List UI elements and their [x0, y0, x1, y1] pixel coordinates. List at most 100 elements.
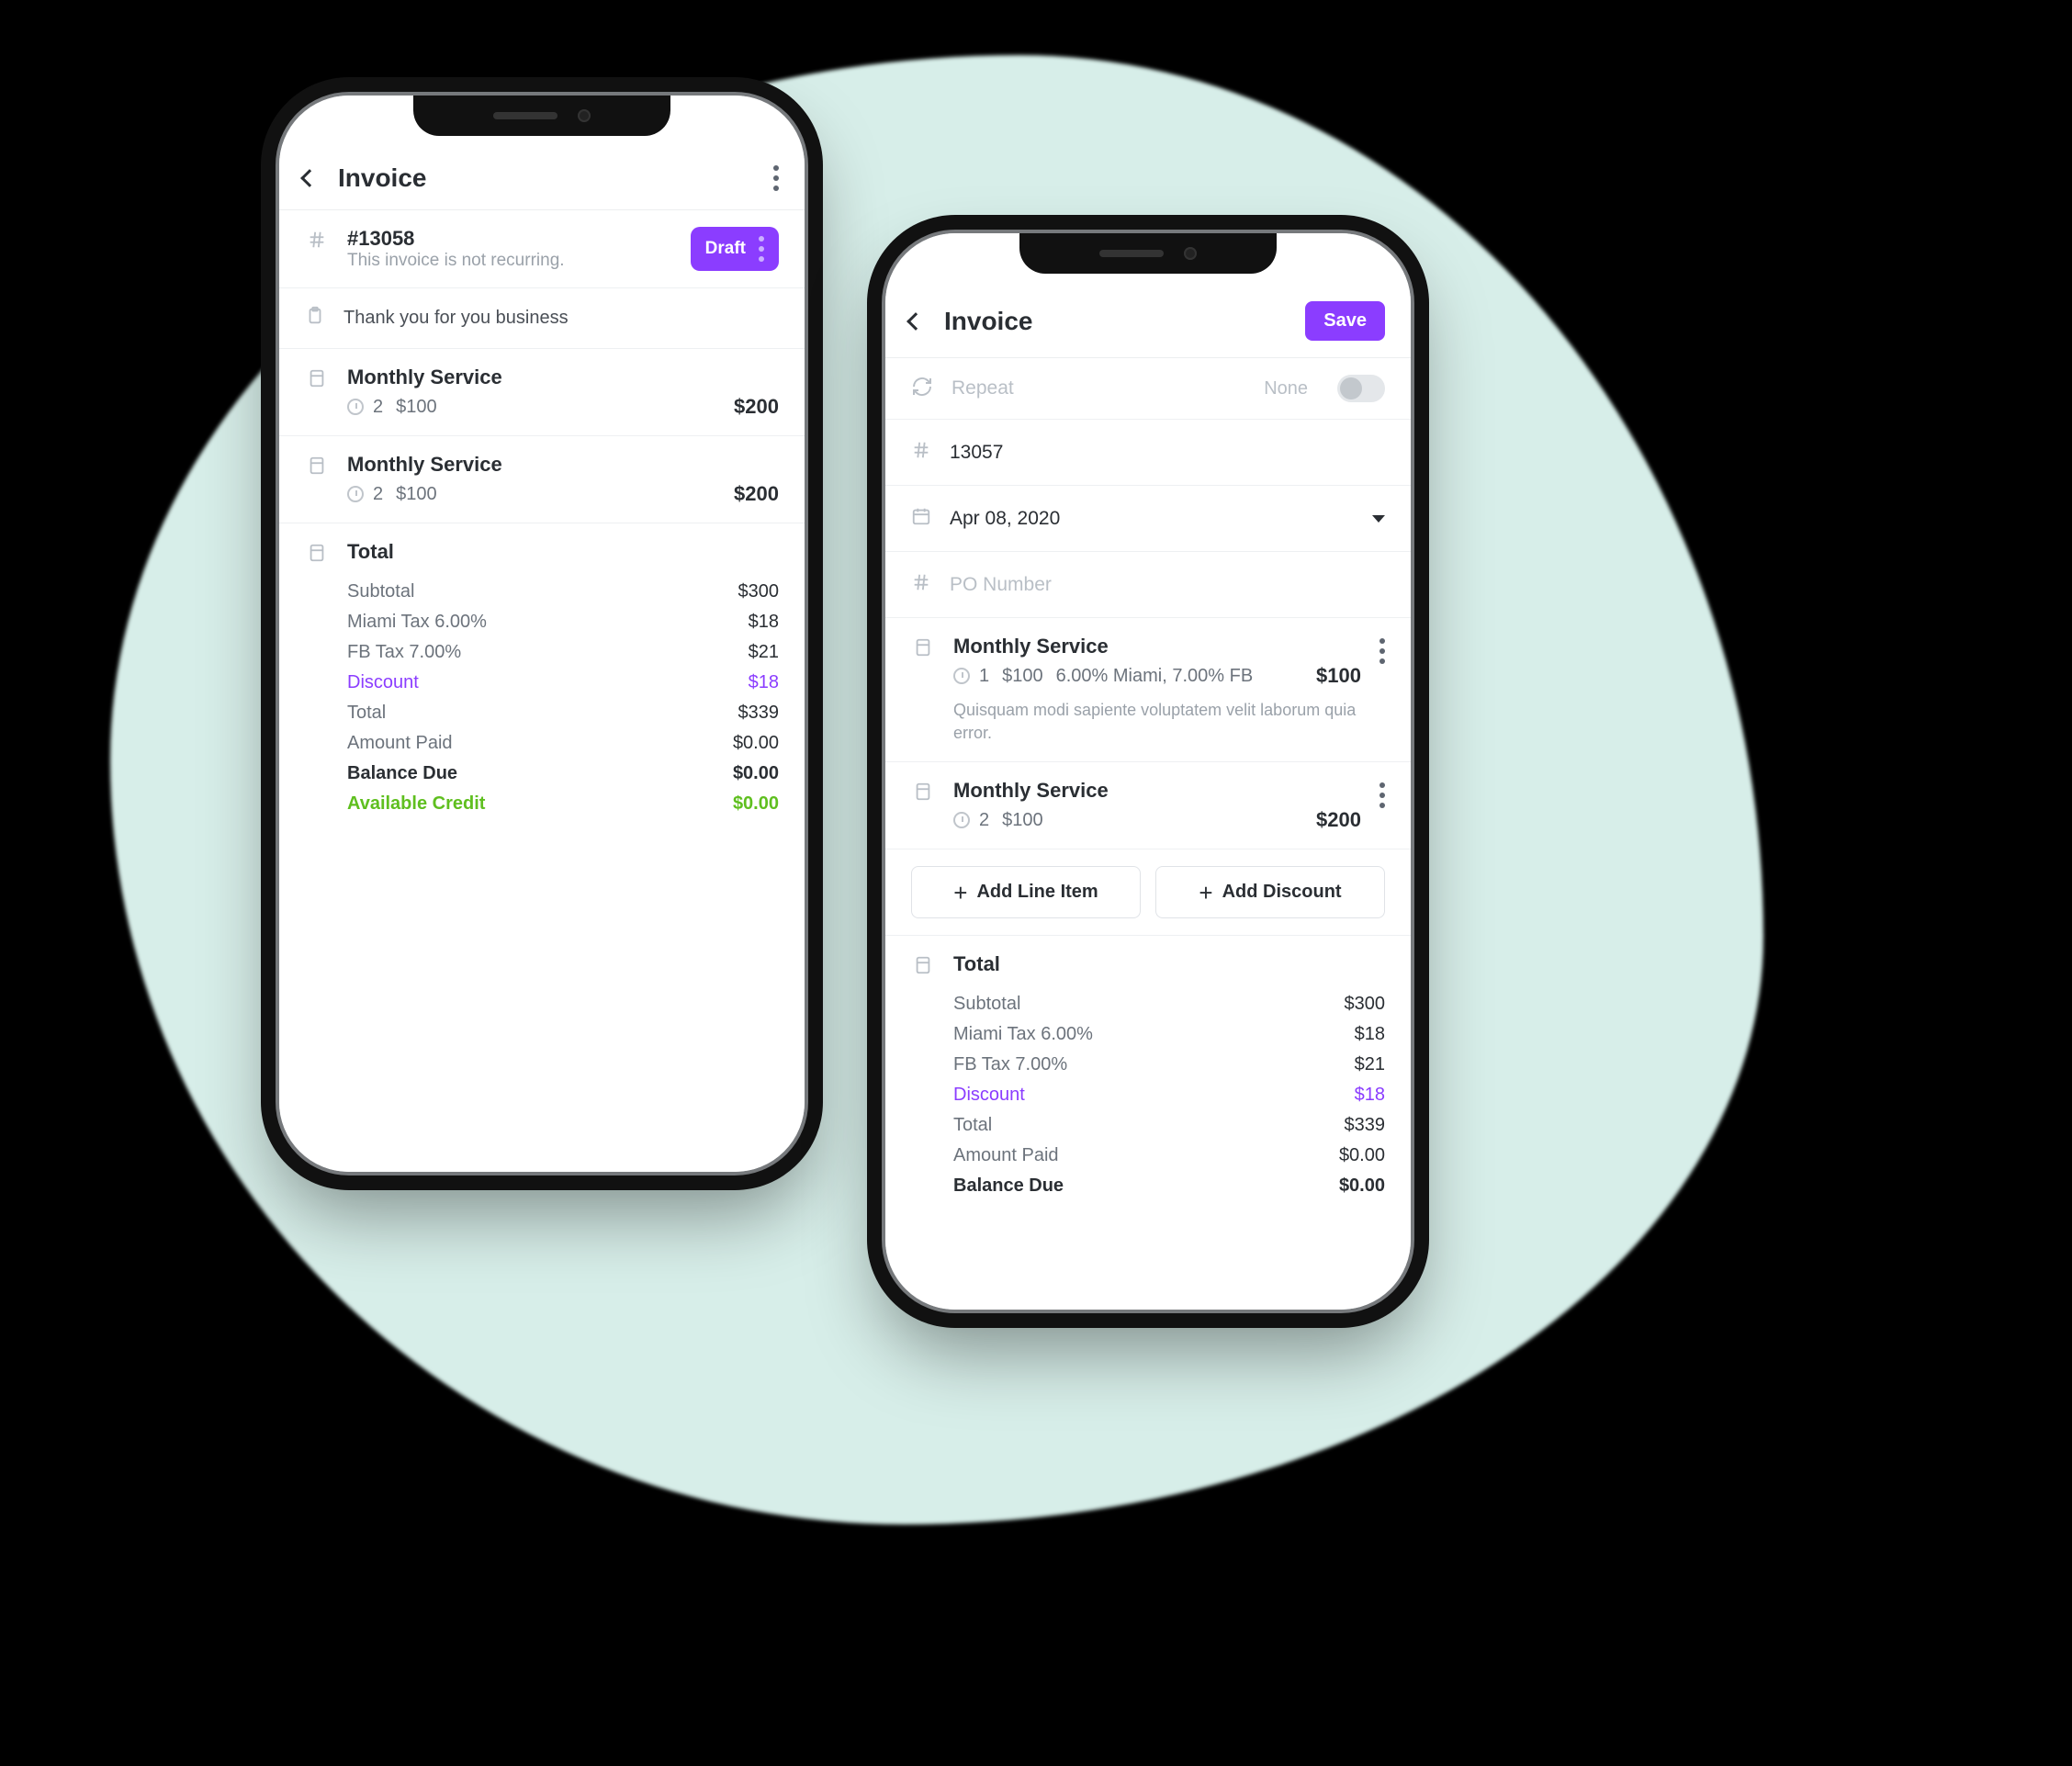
summary-label: Subtotal [347, 581, 414, 602]
totals-title: Total [953, 952, 1385, 976]
add-line-item-button[interactable]: + Add Line Item [911, 866, 1141, 918]
totals-section: Total Subtotal$300Miami Tax 6.00%$18FB T… [885, 936, 1411, 1218]
line-name: Monthly Service [347, 453, 779, 477]
page-title: Invoice [338, 163, 760, 193]
line-qty: 1 [953, 666, 989, 687]
summary-value: $0.00 [733, 733, 779, 754]
phone-left: Invoice #13058 This invoice is not recur… [276, 92, 808, 1175]
item-more-icon[interactable] [1379, 638, 1385, 664]
service-icon [913, 637, 933, 662]
line-amount: $100 [1316, 664, 1361, 688]
summary-label: Miami Tax 6.00% [347, 612, 487, 633]
summary-value: $300 [738, 581, 780, 602]
top-bar: Invoice [279, 151, 805, 210]
summary-label: FB Tax 7.00% [347, 642, 461, 663]
clock-icon [953, 812, 970, 828]
summary-label: Discount [953, 1085, 1025, 1106]
repeat-value: None [1264, 378, 1308, 399]
phone-notch [1019, 233, 1277, 274]
phone-right: Invoice Save Repeat None 13057 [882, 230, 1414, 1313]
summary-value: $0.00 [1339, 1175, 1385, 1197]
summary-line: Discount$18 [347, 668, 779, 698]
summary-value: $339 [1345, 1115, 1386, 1136]
recurring-note: This invoice is not recurring. [347, 251, 565, 271]
summary-value: $300 [1345, 994, 1386, 1015]
item-more-icon[interactable] [1379, 782, 1385, 808]
summary-value: $339 [738, 703, 780, 724]
back-icon[interactable] [906, 312, 925, 331]
action-buttons: + Add Line Item + Add Discount [885, 849, 1411, 936]
service-icon [307, 368, 327, 393]
hash-icon [911, 440, 931, 465]
line-name: Monthly Service [953, 779, 1361, 803]
summary-value: $0.00 [733, 763, 779, 784]
note-row: Thank you for you business [279, 288, 805, 349]
line-item[interactable]: Monthly Service2$100$200 [885, 762, 1411, 849]
service-icon [913, 782, 933, 806]
summary-line: Available Credit$0.00 [347, 789, 779, 819]
service-icon [307, 456, 327, 480]
summary-label: FB Tax 7.00% [953, 1054, 1067, 1075]
phone-notch [413, 96, 670, 136]
line-name: Monthly Service [347, 366, 779, 389]
date-field[interactable]: Apr 08, 2020 [885, 486, 1411, 552]
summary-line: Miami Tax 6.00%$18 [953, 1019, 1385, 1050]
invoice-number: #13058 [347, 227, 565, 251]
summary-label: Available Credit [347, 793, 485, 815]
summary-label: Amount Paid [347, 733, 453, 754]
status-more-icon[interactable] [759, 236, 764, 262]
add-discount-button[interactable]: + Add Discount [1155, 866, 1385, 918]
number-value: 13057 [950, 442, 1385, 464]
line-description: Quisquam modi sapiente voluptatem velit … [953, 699, 1361, 745]
summary-line: Subtotal$300 [953, 989, 1385, 1019]
invoice-status-row: #13058 This invoice is not recurring. Dr… [279, 210, 805, 288]
screen-right: Invoice Save Repeat None 13057 [885, 233, 1411, 1310]
clock-icon [347, 399, 364, 415]
line-item: Monthly Service2$100$200 [279, 436, 805, 523]
totals-title: Total [347, 540, 779, 564]
summary-line: FB Tax 7.00% $21 [347, 637, 779, 668]
line-qty: 2 [953, 810, 989, 831]
calendar-icon [911, 506, 931, 531]
more-icon[interactable] [773, 165, 779, 191]
line-amount: $200 [734, 395, 779, 419]
po-placeholder: PO Number [950, 574, 1385, 596]
status-badge[interactable]: Draft [691, 227, 779, 271]
summary-line: Subtotal $300 [347, 577, 779, 607]
clipboard-icon [305, 305, 325, 332]
summary-label: Balance Due [347, 763, 457, 784]
po-number-field[interactable]: PO Number [885, 552, 1411, 618]
line-name: Monthly Service [953, 635, 1361, 658]
content: #13058 This invoice is not recurring. Dr… [279, 210, 805, 1172]
line-unit: $100 [396, 484, 437, 505]
repeat-icon [911, 376, 933, 402]
summary-line: Amount Paid $0.00 [347, 728, 779, 759]
hash-icon [911, 572, 931, 597]
screen-left: Invoice #13058 This invoice is not recur… [279, 96, 805, 1172]
summary-line: Total$339 [953, 1110, 1385, 1141]
plus-icon: + [953, 884, 967, 901]
summary-line: FB Tax 7.00%$21 [953, 1050, 1385, 1080]
back-icon[interactable] [300, 169, 319, 187]
summary-line: Amount Paid$0.00 [953, 1141, 1385, 1171]
summary-line: Total$339 [347, 698, 779, 728]
summary-label: Discount [347, 672, 419, 693]
number-field[interactable]: 13057 [885, 420, 1411, 486]
save-button[interactable]: Save [1305, 301, 1385, 341]
line-item[interactable]: Monthly Service1$1006.00% Miami, 7.00% F… [885, 618, 1411, 762]
add-line-label: Add Line Item [976, 882, 1098, 903]
clock-icon [953, 668, 970, 684]
status-badge-label: Draft [705, 239, 746, 259]
plus-icon: + [1199, 884, 1212, 901]
totals-section: Total Subtotal$300Miami Tax 6.00%$18FB T… [279, 523, 805, 836]
calculator-icon [913, 955, 933, 980]
summary-value: $21 [749, 642, 779, 663]
repeat-row[interactable]: Repeat None [885, 358, 1411, 420]
line-amount: $200 [734, 482, 779, 506]
line-unit: $100 [1002, 666, 1043, 687]
line-amount: $200 [1316, 808, 1361, 832]
summary-value: $18 [1355, 1085, 1385, 1106]
repeat-toggle[interactable] [1337, 375, 1385, 402]
summary-value: $0.00 [1339, 1145, 1385, 1166]
line-item: Monthly Service2$100$200 [279, 349, 805, 436]
